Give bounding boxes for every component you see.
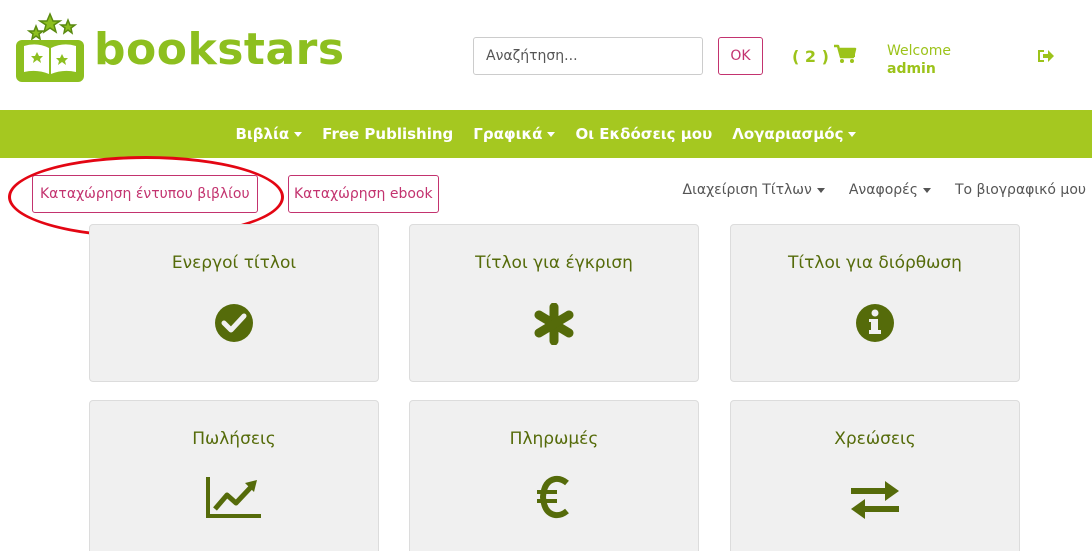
- euro-icon: [410, 475, 698, 519]
- nav-item-label: Γραφικά: [473, 125, 543, 143]
- nav-item-free-publishing[interactable]: Free Publishing: [312, 125, 463, 143]
- card-title: Χρεώσεις: [834, 429, 916, 449]
- header: bookstars OK ( 2 ) Welcome admin: [0, 0, 1092, 110]
- nav-item-my-publications[interactable]: Οι Εκδόσεις μου: [565, 125, 722, 143]
- logo[interactable]: bookstars: [10, 12, 345, 86]
- line-chart-icon: [90, 475, 378, 519]
- subnav-item-label: Το βιογραφικό μου: [954, 182, 1086, 198]
- card-title: Πληρωμές: [509, 429, 599, 449]
- register-ebook-button[interactable]: Καταχώρηση ebook: [288, 175, 439, 213]
- nav-item-label: Οι Εκδόσεις μου: [575, 125, 713, 143]
- main-nav: Βιβλία Free Publishing Γραφικά Οι Εκδόσε…: [0, 110, 1092, 158]
- search-ok-button[interactable]: OK: [718, 37, 763, 75]
- subnav-item-label: Αναφορές: [848, 182, 918, 198]
- card-sales[interactable]: Πωλήσεις: [89, 400, 379, 551]
- info-circle-icon: [731, 303, 1019, 343]
- nav-item-label: Βιβλία: [235, 125, 290, 143]
- nav-item-graphics[interactable]: Γραφικά: [463, 125, 565, 143]
- card-title: Τίτλοι για έγκριση: [475, 253, 633, 273]
- card-title: Ενεργοί τίτλοι: [171, 253, 297, 273]
- user-welcome[interactable]: Welcome admin: [887, 42, 951, 78]
- nav-item-books[interactable]: Βιβλία: [226, 125, 313, 143]
- subnav-item-my-bio[interactable]: Το βιογραφικό μου: [955, 182, 1086, 198]
- sub-nav: Διαχείριση Τίτλων Αναφορές Το βιογραφικό…: [683, 182, 1086, 198]
- caret-down-icon: [848, 132, 857, 137]
- card-payments[interactable]: Πληρωμές: [409, 400, 699, 551]
- nav-item-label: Λογαριασμός: [732, 125, 844, 143]
- caret-down-icon: [294, 132, 303, 137]
- caret-down-icon: [922, 187, 931, 193]
- card-active-titles[interactable]: Ενεργοί τίτλοι: [89, 224, 379, 382]
- card-titles-for-correction[interactable]: Τίτλοι για διόρθωση: [730, 224, 1020, 382]
- subnav-item-title-management[interactable]: Διαχείριση Τίτλων: [683, 182, 825, 198]
- subnav-item-reports[interactable]: Αναφορές: [849, 182, 931, 198]
- subnav-item-label: Διαχείριση Τίτλων: [682, 182, 812, 198]
- exchange-icon: [731, 481, 1019, 519]
- nav-item-account[interactable]: Λογαριασμός: [722, 125, 866, 143]
- card-title: Τίτλοι για διόρθωση: [788, 253, 962, 273]
- shopping-cart-icon: [833, 44, 857, 68]
- logout-icon[interactable]: [1037, 48, 1055, 68]
- brand-name: bookstars: [94, 23, 345, 75]
- username: admin: [887, 61, 936, 77]
- check-circle-icon: [90, 303, 378, 343]
- card-title: Πωλήσεις: [192, 429, 276, 449]
- caret-down-icon: [547, 132, 556, 137]
- card-titles-for-approval[interactable]: Τίτλοι για έγκριση: [409, 224, 699, 382]
- cart-count: ( 2 ): [792, 46, 829, 66]
- nav-item-label: Free Publishing: [322, 125, 454, 143]
- welcome-label: Welcome: [887, 43, 952, 59]
- search-input[interactable]: [473, 37, 703, 75]
- cart-link[interactable]: ( 2 ): [792, 44, 857, 68]
- caret-down-icon: [816, 187, 825, 193]
- asterisk-icon: [410, 303, 698, 345]
- card-charges[interactable]: Χρεώσεις: [730, 400, 1020, 551]
- book-logo-icon: [10, 12, 90, 86]
